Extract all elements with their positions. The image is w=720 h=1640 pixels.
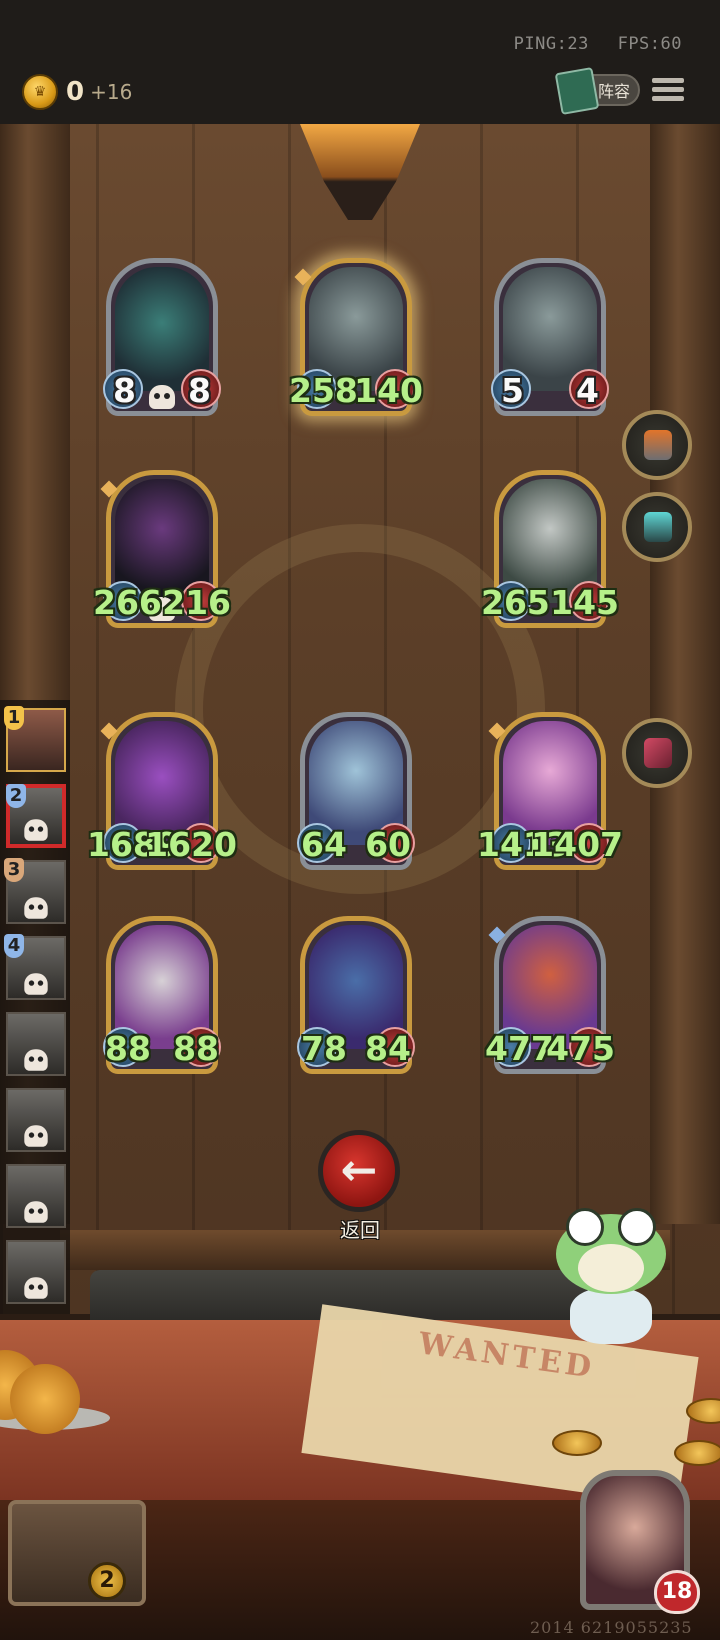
skull-icon (24, 1277, 48, 1299)
minion-attack: 5 (501, 371, 524, 410)
menu-icon[interactable] (652, 74, 684, 106)
candles-item-icon[interactable] (622, 492, 692, 562)
skull-icon (24, 1125, 48, 1147)
minion-attack: 64 (301, 825, 347, 864)
skull-icon (149, 385, 175, 409)
minion-attack: 78 (301, 1029, 347, 1068)
frog-mascot[interactable] (556, 1208, 666, 1344)
table-coin-icon (552, 1430, 602, 1456)
lineup-label: 阵容 (597, 82, 630, 101)
minion-health: 4 (576, 371, 599, 410)
minion-health: 140 (354, 371, 423, 410)
treasure-chest-icon[interactable]: 2 (8, 1500, 146, 1606)
minion-card-dark-knight[interactable]: 266 216 (93, 470, 231, 628)
skull-icon (24, 973, 48, 995)
minion-card-nun[interactable]: 5 4 (491, 258, 609, 416)
lineup-button[interactable]: 阵容 (554, 67, 640, 115)
minion-card-dragon-girl[interactable]: 477 475 (485, 916, 615, 1074)
right-pillar (650, 124, 720, 1224)
player-standings: 1 2 3 4 (0, 700, 70, 1314)
arrow-left-icon: ← (340, 1145, 378, 1196)
standing-player-2[interactable]: 2 (6, 784, 66, 848)
back-button[interactable]: ← (318, 1130, 400, 1212)
minion-health: 84 (365, 1029, 411, 1068)
dragon-item-icon[interactable] (622, 718, 692, 788)
standing-player-1[interactable]: 1 (4, 706, 66, 772)
minion-health: 88 (173, 1029, 219, 1068)
minion-card-nun-gold[interactable]: 258 140 (289, 258, 423, 416)
minion-card-dog[interactable]: 88 88 (103, 916, 221, 1074)
standing-player-3[interactable]: 3 (4, 858, 66, 924)
gold-coin-icon: ♛ (22, 74, 58, 110)
minion-attack: 8 (113, 371, 136, 410)
standing-player-6[interactable] (6, 1088, 66, 1152)
minion-card-elf-mage[interactable]: 64 60 (297, 712, 415, 870)
minion-attack: 266 (93, 583, 162, 622)
minion-attack: 265 (481, 583, 550, 622)
minion-health: 216 (162, 583, 231, 622)
gold-income: +16 (90, 80, 133, 104)
skull-icon (24, 1201, 48, 1223)
minion-card-reaper[interactable]: 265 145 (481, 470, 619, 628)
top-bar: PING:23 FPS:60 ♛ 0 +16 阵容 (0, 0, 720, 124)
player-health-heart-icon: 18 (654, 1570, 700, 1614)
rank-badge: 3 (4, 858, 24, 882)
minion-health: 145 (550, 583, 619, 622)
minion-card-urn[interactable]: 8 8 (103, 258, 221, 416)
minion-attack: 477 (485, 1029, 554, 1068)
rank-badge: 4 (4, 934, 24, 958)
lighter-item-icon[interactable] (622, 410, 692, 480)
minion-card-pink-girl[interactable]: 1413 1407 (477, 712, 623, 870)
minion-attack: 258 (289, 371, 358, 410)
standing-player-8[interactable] (6, 1240, 66, 1304)
fps-label: FPS:60 (617, 34, 682, 54)
minion-health: 8 (188, 371, 211, 410)
minion-health: 1620 (145, 825, 237, 864)
rank-badge: 1 (4, 706, 24, 730)
skull-icon (24, 1049, 48, 1071)
minion-attack: 88 (105, 1029, 151, 1068)
gold-count: 0 (66, 77, 85, 107)
network-stats: PING:23 FPS:60 (496, 34, 682, 54)
standing-player-7[interactable] (6, 1164, 66, 1228)
minion-health: 60 (365, 825, 411, 864)
standing-player-4[interactable]: 4 (4, 934, 66, 1000)
gold-display: ♛ 0 +16 (22, 74, 132, 110)
minion-health: 1407 (531, 825, 623, 864)
skull-icon (24, 819, 48, 841)
minion-card-pirate-cat[interactable]: 1689 1620 (87, 712, 237, 870)
ping-label: PING:23 (513, 34, 589, 54)
skull-icon (24, 897, 48, 919)
rank-badge: 2 (6, 784, 26, 808)
chest-count-badge: 2 (88, 1562, 126, 1600)
standing-player-5[interactable] (6, 1012, 66, 1076)
back-label: 返回 (340, 1218, 380, 1242)
minion-card-imp[interactable]: 78 84 (297, 916, 415, 1074)
coin-plate (0, 1340, 110, 1434)
book-icon (554, 67, 600, 115)
minion-health: 475 (546, 1029, 615, 1068)
session-id: 2014 6219055235 (530, 1618, 693, 1637)
table-coin-icon (674, 1440, 720, 1466)
